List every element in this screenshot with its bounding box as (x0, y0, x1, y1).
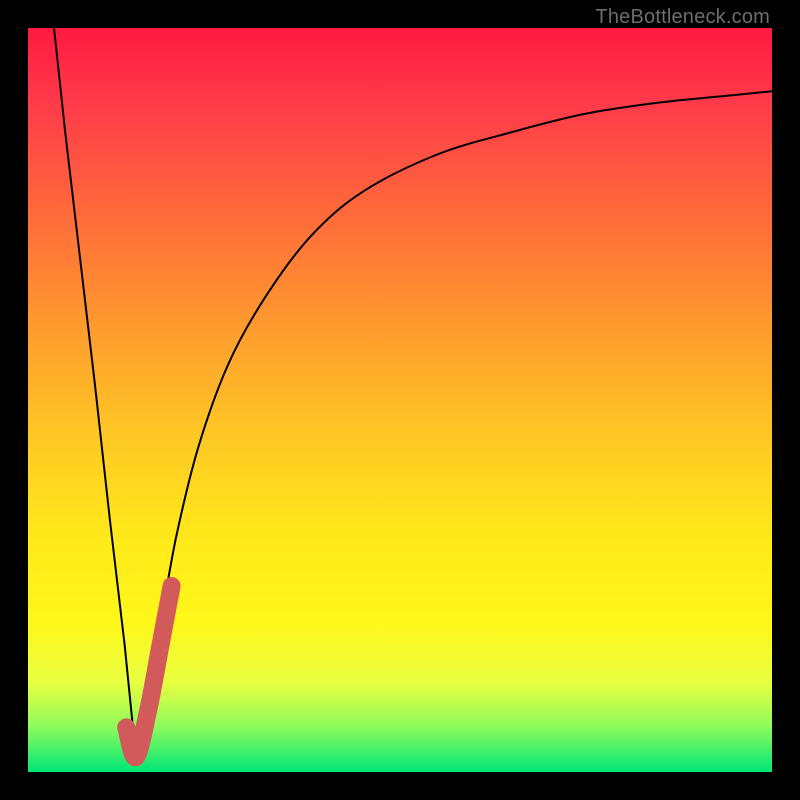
curve-right-branch (136, 91, 772, 757)
chart-svg (28, 28, 772, 772)
chart-frame: TheBottleneck.com (0, 0, 800, 800)
curve-left-branch (54, 28, 136, 757)
highlight-j-marker (126, 586, 171, 757)
watermark-text: TheBottleneck.com (595, 6, 770, 29)
plot-area (28, 28, 772, 772)
